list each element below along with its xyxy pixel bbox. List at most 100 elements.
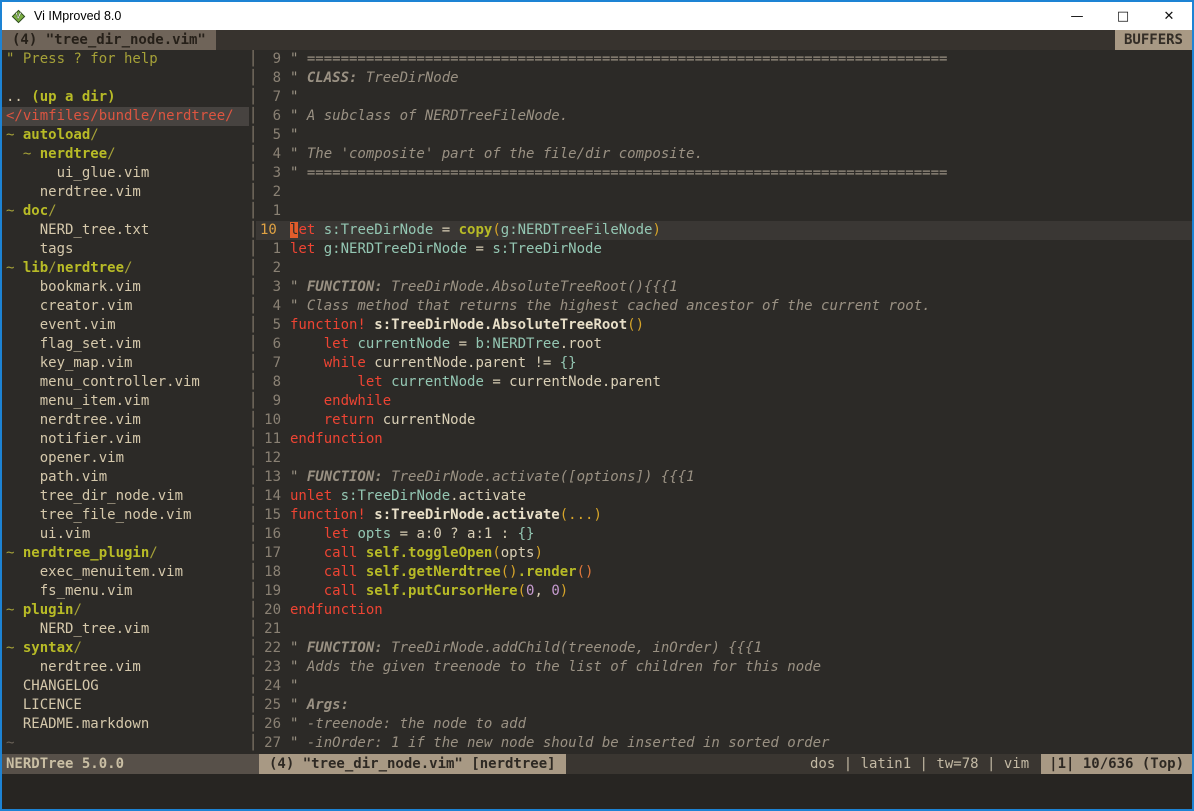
tree-item[interactable]: NERD_tree.vim <box>2 620 249 639</box>
code-token: .. <box>6 89 31 105</box>
maximize-button[interactable]: □ <box>1100 2 1146 30</box>
code-line[interactable]: 5function! s:TreeDirNode.AbsoluteTreeRoo… <box>256 316 1192 335</box>
code-text: " ======================================… <box>290 50 1192 69</box>
tree-item[interactable]: key_map.vim <box>2 354 249 373</box>
code-line[interactable]: 19 call self.putCursorHere(0, 0) <box>256 582 1192 601</box>
code-line[interactable]: 8 let currentNode = currentNode.parent <box>256 373 1192 392</box>
tree-item[interactable]: ~ lib/nerdtree/ <box>2 259 249 278</box>
code-line[interactable]: 15function! s:TreeDirNode.activate(...) <box>256 506 1192 525</box>
code-line[interactable]: 14unlet s:TreeDirNode.activate <box>256 487 1192 506</box>
code-line[interactable]: 25" Args: <box>256 696 1192 715</box>
tree-item[interactable]: tags <box>2 240 249 259</box>
code-line[interactable]: 11endfunction <box>256 430 1192 449</box>
code-line[interactable]: 1 <box>256 202 1192 221</box>
code-token: , <box>534 583 551 599</box>
tree-item[interactable]: </vimfiles/bundle/nerdtree/ <box>2 107 249 126</box>
code-line[interactable]: 24" <box>256 677 1192 696</box>
tree-item[interactable]: ~ nerdtree_plugin/ <box>2 544 249 563</box>
tree-item[interactable]: nerdtree.vim <box>2 658 249 677</box>
line-number: 8 <box>256 373 290 392</box>
code-token: autoload <box>23 127 90 143</box>
tree-item[interactable]: ~ nerdtree/ <box>2 145 249 164</box>
code-line[interactable]: 8" CLASS: TreeDirNode <box>256 69 1192 88</box>
code-buffer[interactable]: 9 " =====================================… <box>256 50 1192 754</box>
code-token: ) <box>560 583 568 599</box>
code-line[interactable]: 3" =====================================… <box>256 164 1192 183</box>
tree-item[interactable]: ui_glue.vim <box>2 164 249 183</box>
tree-item[interactable]: LICENCE <box>2 696 249 715</box>
tree-item[interactable]: tree_file_node.vim <box>2 506 249 525</box>
close-button[interactable]: ✕ <box>1146 2 1192 30</box>
tree-item[interactable]: ~ syntax/ <box>2 639 249 658</box>
code-line[interactable]: 9 endwhile <box>256 392 1192 411</box>
code-token: .activate <box>450 488 526 504</box>
tree-item[interactable]: NERD_tree.txt <box>2 221 249 240</box>
code-line[interactable]: 23" Adds the given treenode to the list … <box>256 658 1192 677</box>
tree-item[interactable]: README.markdown <box>2 715 249 734</box>
code-line[interactable]: 16 let opts = a:0 ? a:1 : {} <box>256 525 1192 544</box>
code-token: flag_set.vim <box>6 336 141 352</box>
tree-item[interactable]: event.vim <box>2 316 249 335</box>
code-line-current[interactable]: 10let s:TreeDirNode = copy(g:NERDTreeFil… <box>256 221 1192 240</box>
code-token: call <box>324 545 358 561</box>
code-line[interactable]: 26" -treenode: the node to add <box>256 715 1192 734</box>
code-token: while <box>324 355 366 371</box>
tree-item[interactable]: ~ autoload/ <box>2 126 249 145</box>
code-line[interactable]: 9" =====================================… <box>256 50 1192 69</box>
tree-item[interactable]: ui.vim <box>2 525 249 544</box>
code-line[interactable]: 2 <box>256 183 1192 202</box>
tree-item[interactable]: nerdtree.vim <box>2 411 249 430</box>
code-line[interactable]: 4" The 'composite' part of the file/dir … <box>256 145 1192 164</box>
code-line[interactable]: 12 <box>256 449 1192 468</box>
code-line[interactable]: 6 let currentNode = b:NERDTree.root <box>256 335 1192 354</box>
tree-item[interactable]: CHANGELOG <box>2 677 249 696</box>
line-number: 9 <box>256 392 290 411</box>
code-line[interactable]: 20endfunction <box>256 601 1192 620</box>
tree-item[interactable]: fs_menu.vim <box>2 582 249 601</box>
tree-item[interactable]: opener.vim <box>2 449 249 468</box>
code-line[interactable]: 5" <box>256 126 1192 145</box>
minimize-button[interactable]: — <box>1054 2 1100 30</box>
tree-item[interactable]: nerdtree.vim <box>2 183 249 202</box>
code-token: " <box>290 678 298 694</box>
tree-item[interactable] <box>2 69 249 88</box>
tree-item[interactable]: flag_set.vim <box>2 335 249 354</box>
tree-item[interactable]: exec_menuitem.vim <box>2 563 249 582</box>
code-line[interactable]: 18 call self.getNerdtree().render() <box>256 563 1192 582</box>
code-line[interactable]: 10 return currentNode <box>256 411 1192 430</box>
tab-current-buffer[interactable]: (4) "tree_dir_node.vim" <box>2 30 216 50</box>
code-line[interactable]: 13" FUNCTION: TreeDirNode.activate([opti… <box>256 468 1192 487</box>
code-line[interactable]: 7" <box>256 88 1192 107</box>
tree-item[interactable]: menu_controller.vim <box>2 373 249 392</box>
code-token: endfunction <box>290 431 383 447</box>
code-line[interactable]: 27" -inOrder: 1 if the new node should b… <box>256 734 1192 753</box>
tree-item[interactable]: creator.vim <box>2 297 249 316</box>
code-line[interactable]: 21 <box>256 620 1192 639</box>
tree-item[interactable]: menu_item.vim <box>2 392 249 411</box>
tree-item[interactable]: ~ <box>2 734 249 753</box>
split-separator-glyph: │ <box>249 620 256 639</box>
code-line[interactable]: 17 call self.toggleOpen(opts) <box>256 544 1192 563</box>
tree-item[interactable]: path.vim <box>2 468 249 487</box>
tree-item[interactable]: .. (up a dir) <box>2 88 249 107</box>
code-token: menu_item.vim <box>6 393 149 409</box>
tree-item[interactable]: tree_dir_node.vim <box>2 487 249 506</box>
split-separator-glyph: │ <box>249 259 256 278</box>
code-line[interactable]: 22" FUNCTION: TreeDirNode.addChild(treen… <box>256 639 1192 658</box>
code-token: let <box>357 374 382 390</box>
tree-item[interactable]: ~ doc/ <box>2 202 249 221</box>
tree-item[interactable]: notifier.vim <box>2 430 249 449</box>
window-split-separator[interactable]: │││││││││││││││││││││││││││││││││││││ <box>249 50 256 754</box>
code-line[interactable]: 2 <box>256 259 1192 278</box>
code-line[interactable]: 1let g:NERDTreeDirNode = s:TreeDirNode <box>256 240 1192 259</box>
split-separator-glyph: │ <box>249 392 256 411</box>
code-line[interactable]: 3" FUNCTION: TreeDirNode.AbsoluteTreeRoo… <box>256 278 1192 297</box>
code-token: currentNode <box>374 412 475 428</box>
tree-item[interactable]: bookmark.vim <box>2 278 249 297</box>
tree-item[interactable]: ~ plugin/ <box>2 601 249 620</box>
code-line[interactable]: 4" Class method that returns the highest… <box>256 297 1192 316</box>
code-line[interactable]: 6" A subclass of NERDTreeFileNode. <box>256 107 1192 126</box>
command-line[interactable] <box>2 774 1192 809</box>
code-line[interactable]: 7 while currentNode.parent != {} <box>256 354 1192 373</box>
tree-item[interactable]: " Press ? for help <box>2 50 249 69</box>
